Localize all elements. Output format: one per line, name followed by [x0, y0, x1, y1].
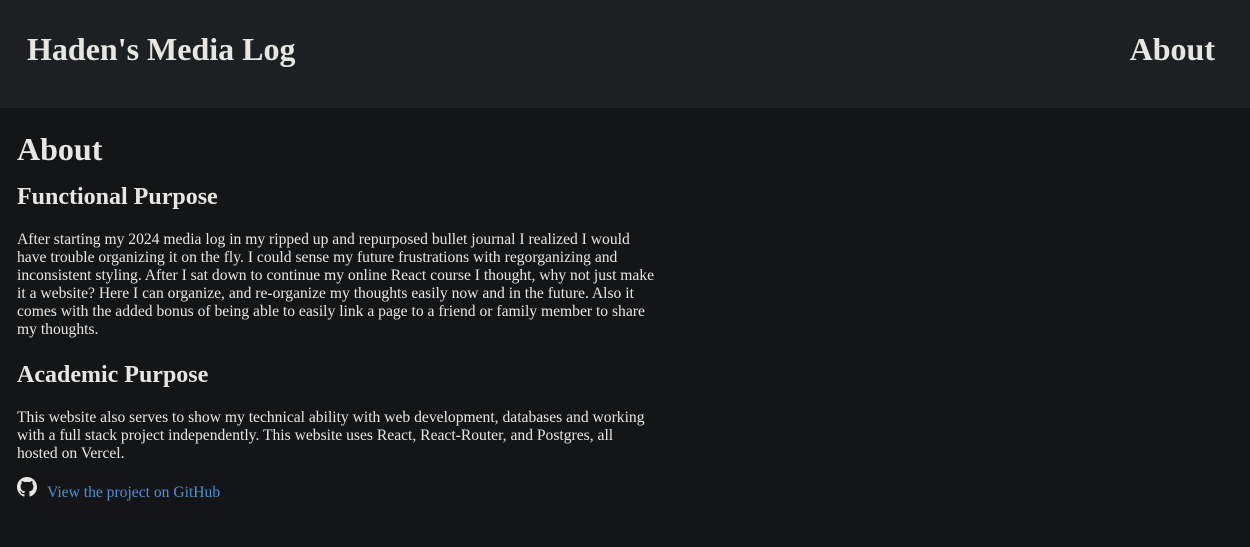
github-icon[interactable] — [17, 476, 37, 497]
navbar: Haden's Media Log About — [0, 0, 1250, 108]
functional-purpose-heading: Functional Purpose — [17, 184, 218, 210]
nav-about-link[interactable]: About — [1130, 31, 1215, 68]
site-title-link[interactable]: Haden's Media Log — [27, 31, 295, 68]
functional-purpose-text: After starting my 2024 media log in my r… — [17, 231, 655, 339]
github-row: View the project on GitHub — [17, 476, 657, 502]
academic-purpose-text: This website also serves to show my tech… — [17, 408, 645, 462]
academic-purpose-heading: Academic Purpose — [17, 361, 209, 388]
main-content: About Functional Purpose After starting … — [0, 108, 674, 502]
page-title: About — [17, 131, 103, 167]
github-link[interactable]: View the project on GitHub — [47, 484, 220, 502]
